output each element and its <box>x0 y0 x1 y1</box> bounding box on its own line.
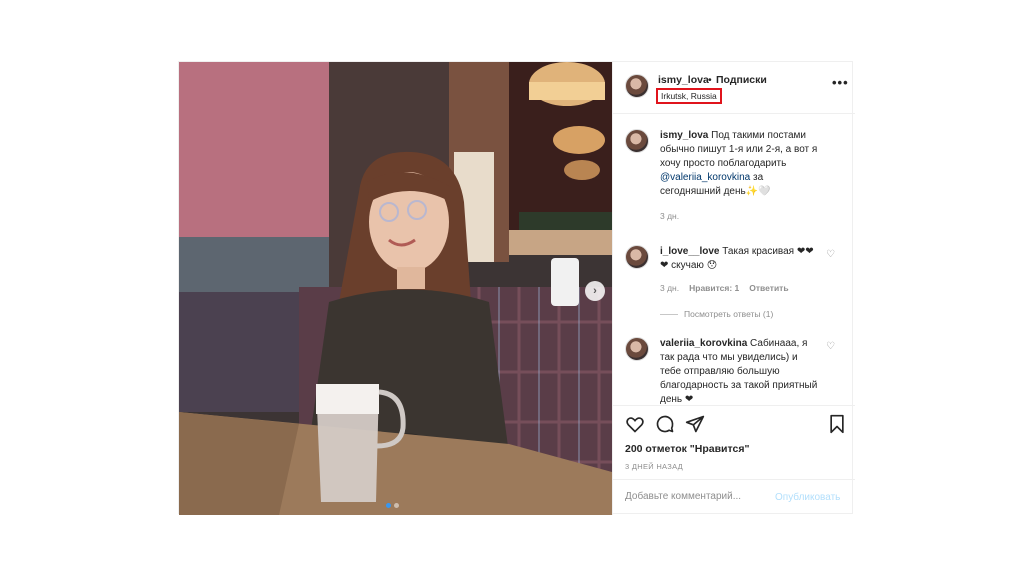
like-icon[interactable] <box>625 414 645 434</box>
comment-item: valeriia_korovkina Сабинааа, я так рада … <box>613 337 855 405</box>
post-side-panel: ismy_lova • Подписки Irkutsk, Russia •••… <box>612 62 855 515</box>
comment-meta: 3 дн. Нравится: 1 Ответить <box>660 283 789 293</box>
comment-likes[interactable]: Нравится: 1 <box>689 283 739 293</box>
share-icon[interactable] <box>685 414 705 434</box>
caption-author-avatar[interactable] <box>625 129 649 153</box>
carousel-dot <box>394 503 399 508</box>
caption-username[interactable]: ismy_lova <box>660 130 708 141</box>
commenter-avatar[interactable] <box>625 245 649 269</box>
next-photo-button[interactable]: › <box>585 281 605 301</box>
caption-mention-link[interactable]: @valeriia_korovkina <box>660 172 750 183</box>
comment-text: i_love__love Такая красивая ❤❤ ❤ скучаю … <box>660 245 820 273</box>
replies-line <box>660 313 678 315</box>
caption-text: ismy_lova Под такими постами обычно пишу… <box>660 129 820 199</box>
author-username[interactable]: ismy_lova <box>658 74 709 86</box>
post-header: ismy_lova • Подписки Irkutsk, Russia ••• <box>613 62 855 114</box>
caption-meta: 3 дн. <box>660 211 679 221</box>
comment-input[interactable] <box>625 491 770 502</box>
caption-block: ismy_lova Под такими постами обычно пишу… <box>613 129 855 221</box>
comment-like-icon[interactable]: ♡ <box>826 341 835 352</box>
caption-time[interactable]: 3 дн. <box>660 211 679 221</box>
commenter-username[interactable]: i_love__love <box>660 246 719 257</box>
author-avatar[interactable] <box>625 74 649 98</box>
view-replies-button[interactable]: Посмотреть ответы (1) <box>660 309 773 319</box>
carousel-indicator <box>386 503 399 508</box>
publish-button[interactable]: Опубликовать <box>775 492 840 503</box>
add-comment-bar: Опубликовать <box>613 479 855 516</box>
following-button[interactable]: Подписки <box>716 74 767 86</box>
photo-illustration <box>179 62 612 515</box>
likes-count[interactable]: 200 отметок "Нравится" <box>625 443 749 455</box>
commenter-username[interactable]: valeriia_korovkina <box>660 338 747 349</box>
post-photo[interactable]: › <box>179 62 612 515</box>
view-replies-label: Посмотреть ответы (1) <box>684 309 774 319</box>
header-separator: • <box>708 74 712 86</box>
comments-list[interactable]: ismy_lova Под такими постами обычно пишу… <box>613 115 855 405</box>
comment-item: i_love__love Такая красивая ❤❤ ❤ скучаю … <box>613 245 855 345</box>
comment-text: valeriia_korovkina Сабинааа, я так рада … <box>660 337 820 405</box>
comment-icon[interactable] <box>655 414 675 434</box>
post-date[interactable]: 3 ДНЕЙ НАЗАД <box>625 462 683 471</box>
post-location-link[interactable]: Irkutsk, Russia <box>656 88 722 104</box>
carousel-dot-active <box>386 503 391 508</box>
bookmark-icon[interactable] <box>827 414 847 434</box>
comment-time[interactable]: 3 дн. <box>660 283 679 293</box>
post-actions: 200 отметок "Нравится" 3 ДНЕЙ НАЗАД Опуб… <box>613 405 855 515</box>
action-icons <box>625 414 705 434</box>
more-options-icon[interactable]: ••• <box>832 75 849 90</box>
instagram-post: › ismy_lova • Подписки Irkutsk, Russia •… <box>178 61 855 515</box>
comment-reply-button[interactable]: Ответить <box>749 283 788 293</box>
commenter-avatar[interactable] <box>625 337 649 361</box>
comment-like-icon[interactable]: ♡ <box>826 249 835 260</box>
